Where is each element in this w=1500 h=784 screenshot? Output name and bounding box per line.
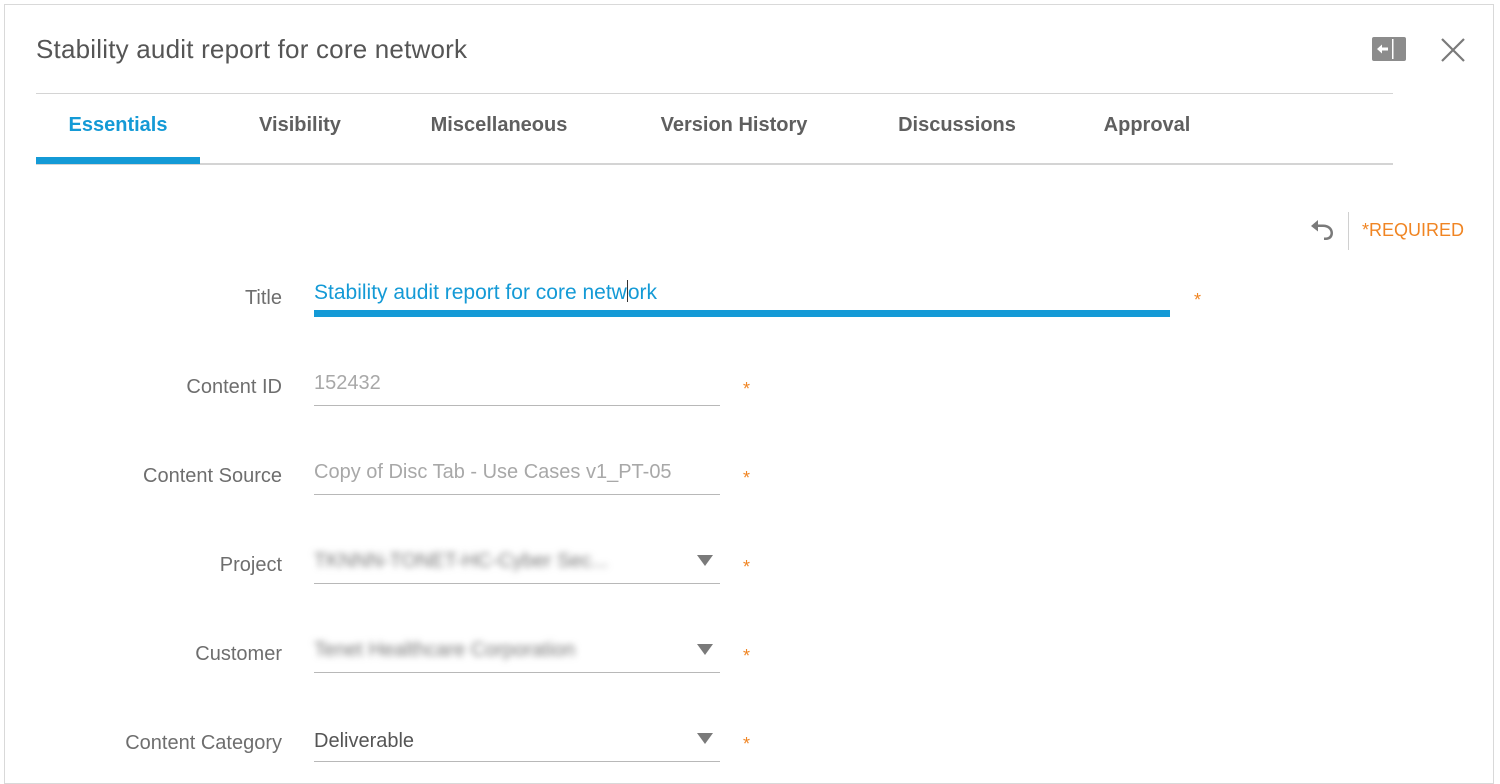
content-id-label: Content ID [186, 376, 282, 398]
content-source-underline [314, 494, 720, 495]
title-label: Title [244, 287, 282, 309]
content-id-field[interactable]: 152432 [314, 372, 720, 395]
project-underline [314, 583, 720, 584]
customer-dropdown-icon[interactable] [697, 644, 713, 655]
tab-bar: Essentials Visibility Miscellaneous Vers… [36, 94, 1393, 165]
undo-icon[interactable] [1306, 216, 1338, 244]
title-input-text-end: ork [627, 281, 658, 304]
tab-discussions[interactable]: Discussions [884, 94, 1030, 163]
content-id-underline [314, 405, 720, 406]
tab-visibility[interactable]: Visibility [246, 94, 354, 163]
content-category-dropdown-icon[interactable] [697, 733, 713, 744]
panel-collapse-icon[interactable] [1372, 37, 1406, 61]
customer-required-marker: * [743, 646, 751, 666]
title-input-text-start: Stability audit report for core netw [314, 281, 627, 304]
toolbar-divider [1348, 212, 1349, 250]
content-category-underline [314, 761, 720, 762]
project-dropdown-icon[interactable] [697, 555, 713, 566]
tab-approval[interactable]: Approval [1090, 94, 1204, 163]
title-input-focus-underline [314, 310, 1170, 317]
required-legend: *REQUIRED [1362, 220, 1465, 240]
content-source-field[interactable]: Copy of Disc Tab - Use Cases v1_PT-05 [314, 461, 720, 484]
content-id-required-marker: * [743, 379, 751, 399]
content-category-label: Content Category [125, 732, 282, 754]
project-select[interactable]: TKNNN-TONET-HC-Cyber Sec... [314, 550, 684, 573]
tab-essentials[interactable]: Essentials [36, 94, 200, 163]
panel-title: Stability audit report for core network [36, 34, 468, 64]
active-tab-indicator [36, 157, 200, 164]
customer-label: Customer [195, 643, 282, 665]
title-required-marker: * [1194, 290, 1202, 310]
content-source-required-marker: * [743, 468, 751, 488]
project-label: Project [219, 554, 282, 576]
customer-underline [314, 672, 720, 673]
tab-version-history[interactable]: Version History [644, 94, 824, 163]
content-category-required-marker: * [743, 734, 751, 754]
project-required-marker: * [743, 557, 751, 577]
content-source-label: Content Source [143, 465, 282, 487]
customer-select[interactable]: Tenet Healthcare Corporation [314, 639, 684, 662]
close-icon[interactable] [1440, 37, 1466, 63]
content-category-select[interactable]: Deliverable [314, 730, 684, 753]
title-input[interactable]: Stability audit report for core network [314, 280, 1169, 308]
tab-miscellaneous[interactable]: Miscellaneous [414, 94, 584, 163]
